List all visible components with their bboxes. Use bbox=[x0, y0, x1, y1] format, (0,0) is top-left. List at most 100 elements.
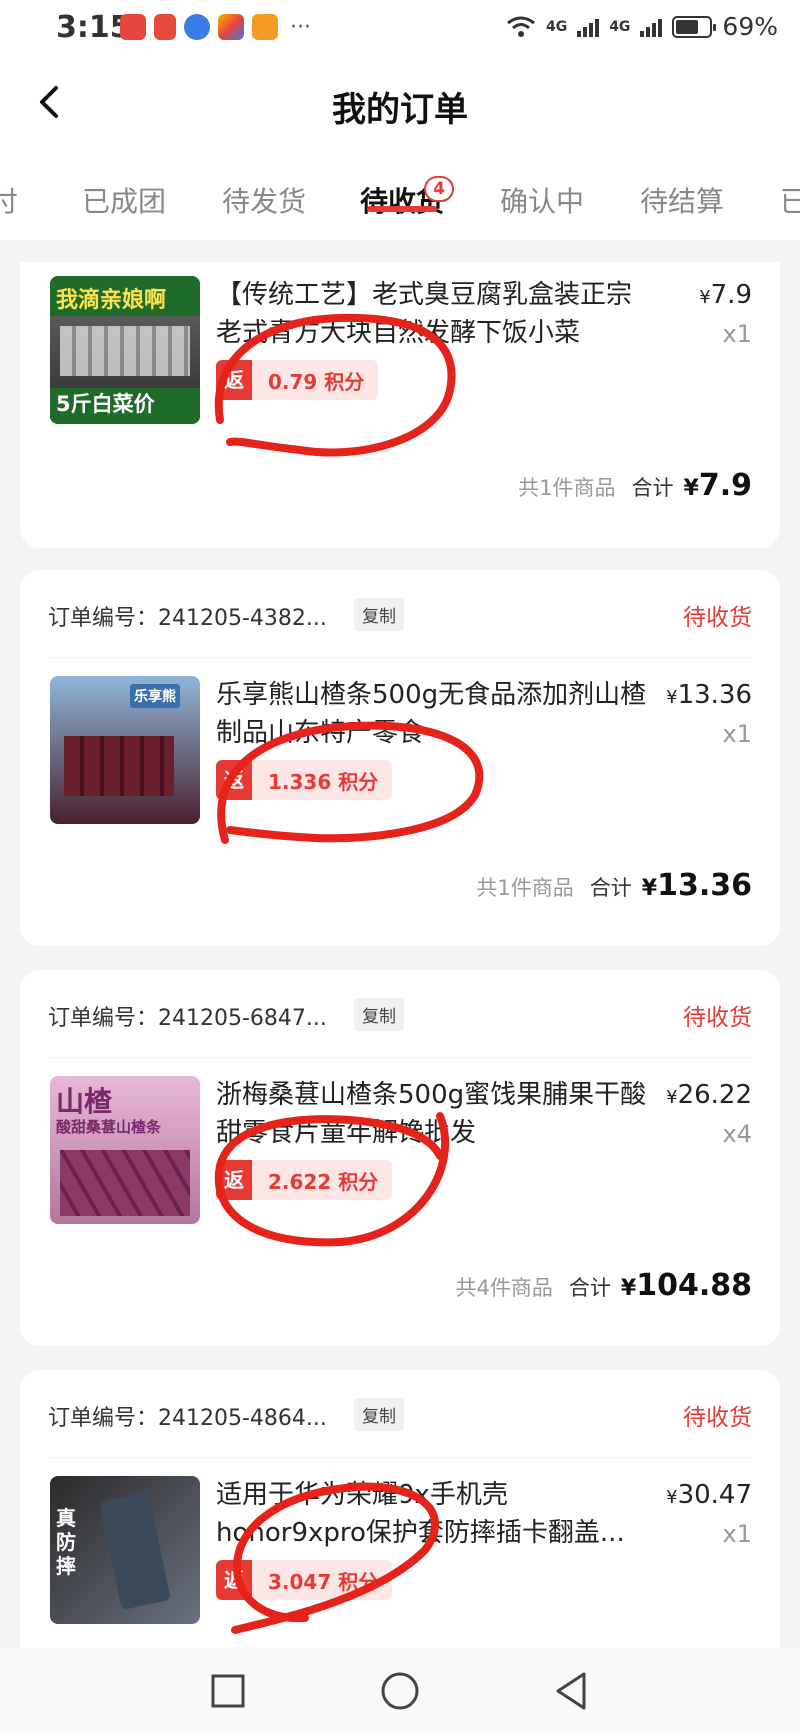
order-number: 订单编号：241205-4382... bbox=[48, 606, 327, 631]
order-summary: 共4件商品 合计 ¥104.88 bbox=[456, 1268, 752, 1303]
product-name[interactable]: 【传统工艺】老式臭豆腐乳盒装正宗老式青方大块自然发酵下饭小菜 bbox=[216, 276, 656, 352]
product-name[interactable]: 乐享熊山楂条500g无食品添加剂山楂制品山东特产零食 bbox=[216, 676, 656, 752]
reward-points-tag: 返 1.336 积分 bbox=[216, 760, 393, 800]
reward-label: 返 bbox=[216, 1160, 252, 1200]
network-type-1: 4G bbox=[545, 18, 568, 35]
order-header: 订单编号：241205-4864... 复制 待收货 bbox=[48, 1370, 752, 1458]
app-icon bbox=[154, 14, 176, 40]
thumb-text: 酸甜桑葚山楂条 bbox=[56, 1118, 162, 1136]
order-total: ¥104.88 bbox=[620, 1268, 752, 1303]
item-count: 共1件商品 bbox=[476, 876, 574, 900]
active-tab-indicator bbox=[367, 206, 437, 212]
signal-icon bbox=[577, 17, 600, 37]
system-nav-bar bbox=[0, 1648, 800, 1733]
total-label: 合计 bbox=[589, 876, 632, 900]
app-header: 我的订单 bbox=[0, 60, 800, 144]
product-thumbnail[interactable]: 乐享熊 bbox=[50, 676, 200, 824]
order-number: 订单编号：241205-6847... bbox=[48, 1006, 327, 1031]
copy-order-number-button[interactable]: 复制 bbox=[354, 598, 404, 631]
order-status: 待收货 bbox=[683, 605, 752, 631]
home-button[interactable] bbox=[375, 1666, 425, 1716]
status-bar: 3:15 ··· 4G 4G 69% bbox=[0, 0, 800, 60]
tab-completed[interactable]: 已 bbox=[780, 180, 800, 220]
reward-points-tag: 返 3.047 积分 bbox=[216, 1560, 393, 1600]
reward-points: 2.622 积分 bbox=[268, 1169, 379, 1194]
battery-icon bbox=[672, 15, 717, 38]
copy-order-number-button[interactable]: 复制 bbox=[354, 1398, 404, 1431]
item-count: 共1件商品 bbox=[518, 476, 616, 500]
order-summary: 共1件商品 合计 ¥7.9 bbox=[518, 468, 752, 503]
copy-order-number-button[interactable]: 复制 bbox=[354, 998, 404, 1031]
thumb-text: 我滴亲娘啊 bbox=[56, 288, 167, 313]
tab-group-formed[interactable]: 已成团 bbox=[82, 180, 166, 220]
reward-label: 返 bbox=[216, 360, 252, 400]
tab-pending-shipment[interactable]: 待发货 bbox=[222, 180, 306, 220]
battery-percent: 69% bbox=[722, 12, 778, 41]
product-name[interactable]: 浙梅桑葚山楂条500g蜜饯果脯果干酸甜零食片童年解馋批发 bbox=[216, 1076, 656, 1152]
total-label: 合计 bbox=[631, 476, 674, 500]
order-card: 订单编号：241205-4864... 复制 待收货 真防摔 适用于华为荣耀9x… bbox=[20, 1370, 780, 1648]
item-count: 共4件商品 bbox=[455, 1276, 553, 1300]
total-label: 合计 bbox=[568, 1276, 611, 1300]
tab-confirming[interactable]: 确认中 bbox=[500, 180, 584, 220]
order-total: ¥13.36 bbox=[641, 868, 752, 903]
wifi-icon bbox=[507, 16, 535, 37]
reward-points: 1.336 积分 bbox=[268, 769, 379, 794]
more-notifications-icon: ··· bbox=[290, 14, 311, 40]
order-total: ¥7.9 bbox=[683, 468, 752, 503]
product-quantity: x1 bbox=[722, 320, 752, 348]
product-price: ¥13.36 bbox=[666, 680, 752, 710]
product-price: ¥7.9 bbox=[699, 280, 752, 310]
reward-points-tag: 返 0.79 积分 bbox=[216, 360, 379, 400]
tab-count-badge: 4 bbox=[424, 176, 454, 202]
app-icon bbox=[218, 14, 244, 40]
product-quantity: x4 bbox=[722, 1120, 752, 1148]
system-back-button[interactable] bbox=[546, 1666, 596, 1716]
network-type-2: 4G bbox=[609, 18, 631, 35]
thumb-product-art bbox=[99, 1492, 171, 1610]
reward-label: 返 bbox=[216, 1560, 252, 1600]
page-title: 我的订单 bbox=[332, 90, 468, 130]
reward-points: 3.047 积分 bbox=[268, 1569, 379, 1594]
product-thumbnail[interactable]: 山楂 酸甜桑葚山楂条 bbox=[50, 1076, 200, 1224]
recent-apps-button[interactable] bbox=[203, 1666, 253, 1716]
triangle-back-icon bbox=[556, 1672, 586, 1710]
tab-pending-settlement[interactable]: 待结算 bbox=[640, 180, 724, 220]
thumb-text: 真防摔 bbox=[56, 1506, 76, 1578]
order-summary: 共1件商品 合计 ¥13.36 bbox=[476, 868, 752, 903]
square-icon bbox=[211, 1674, 245, 1708]
thumb-product-art bbox=[60, 326, 190, 376]
order-status-tabs: 付 已成团 待发货 待收货 确认中 待结算 已 bbox=[0, 144, 800, 240]
order-header: 订单编号：241205-4382... 复制 待收货 bbox=[48, 570, 752, 658]
product-quantity: x1 bbox=[722, 720, 752, 748]
reward-points: 0.79 积分 bbox=[268, 369, 365, 394]
order-number: 订单编号：241205-4864... bbox=[48, 1406, 327, 1431]
reward-points-tag: 返 2.622 积分 bbox=[216, 1160, 393, 1200]
thumb-product-art bbox=[60, 1150, 190, 1216]
signal-icon bbox=[640, 17, 663, 37]
app-icon bbox=[120, 14, 146, 40]
reward-label: 返 bbox=[216, 760, 252, 800]
status-app-icons: ··· bbox=[120, 14, 311, 40]
order-header: 订单编号：241205-6847... 复制 待收货 bbox=[48, 970, 752, 1058]
status-right: 4G 4G 69% bbox=[506, 12, 778, 41]
thumb-text: 5斤白菜价 bbox=[56, 392, 155, 416]
order-card: 订单编号：241205-6847... 复制 待收货 山楂 酸甜桑葚山楂条 浙梅… bbox=[20, 970, 780, 1346]
battery-fill bbox=[676, 19, 699, 34]
product-name[interactable]: 适用于华为荣耀9x手机壳honor9xpro保护套防摔插卡翻盖... bbox=[216, 1476, 656, 1552]
circle-icon bbox=[381, 1672, 419, 1710]
product-price: ¥30.47 bbox=[666, 1480, 752, 1510]
product-quantity: x1 bbox=[722, 1520, 752, 1548]
thumb-text: 乐享熊 bbox=[130, 684, 180, 708]
thumb-product-art bbox=[64, 736, 174, 796]
product-thumbnail[interactable]: 我滴亲娘啊 5斤白菜价 bbox=[50, 276, 200, 424]
app-icon bbox=[184, 14, 210, 40]
order-card: 订单编号：241205-4382... 复制 待收货 乐享熊 乐享熊山楂条500… bbox=[20, 570, 780, 946]
product-thumbnail[interactable]: 真防摔 bbox=[50, 1476, 200, 1624]
thumb-text: 山楂 bbox=[56, 1085, 113, 1118]
tab-pending-payment[interactable]: 付 bbox=[0, 180, 18, 220]
order-card: 我滴亲娘啊 5斤白菜价 【传统工艺】老式臭豆腐乳盒装正宗老式青方大块自然发酵下饭… bbox=[20, 262, 780, 548]
product-price: ¥26.22 bbox=[666, 1080, 752, 1110]
order-status: 待收货 bbox=[683, 1005, 752, 1031]
order-status: 待收货 bbox=[683, 1405, 752, 1431]
